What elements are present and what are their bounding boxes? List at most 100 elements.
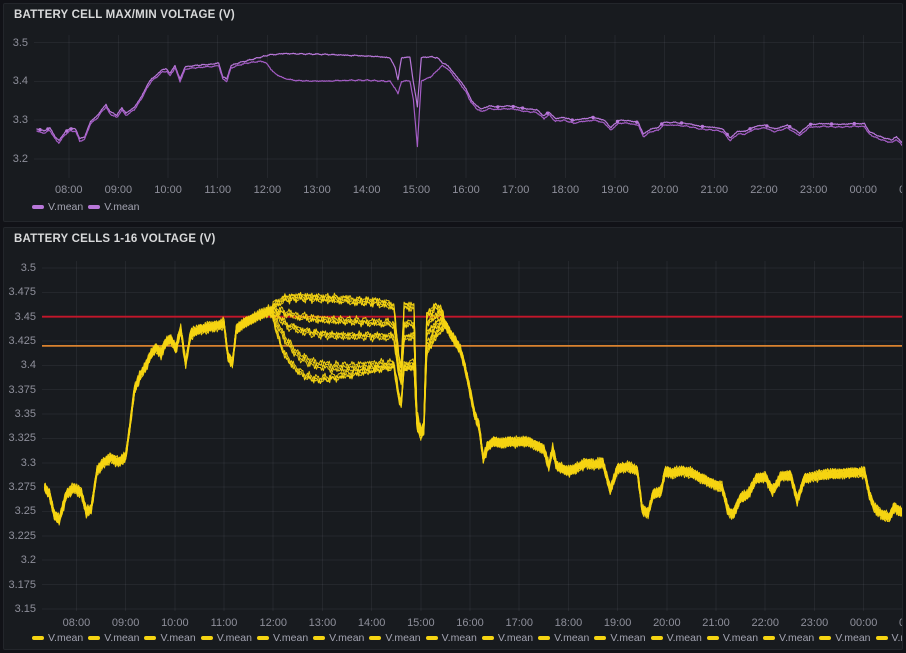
series-color-swatch [256, 636, 269, 640]
x-axis-tick-label: 14:00 [352, 184, 381, 196]
data-point-marker [635, 120, 639, 124]
x-axis-tick-label: 11:00 [210, 617, 238, 629]
data-point-marker [852, 121, 856, 126]
x-axis-tick-label: 18:00 [554, 617, 583, 629]
series-color-swatch [369, 636, 382, 640]
x-axis-tick-label: 22:00 [751, 617, 779, 629]
y-axis-tick-label: 3.375 [8, 383, 36, 396]
series-color-swatch [819, 636, 832, 640]
y-axis-tick-label: 3.4 [20, 359, 36, 372]
x-axis-tick-label: 15:00 [407, 617, 435, 629]
plot-area[interactable] [42, 261, 902, 611]
legend-label: V.mean [329, 632, 365, 644]
legend-label: V.mean [48, 201, 84, 213]
legend-item-v-mean[interactable]: V.mean [256, 632, 309, 644]
legend-item-v-mean[interactable]: V.mean [369, 632, 421, 644]
series-color-swatch [313, 636, 326, 640]
panel-title[interactable]: BATTERY CELLS 1-16 VOLTAGE (V) [14, 233, 216, 245]
legend-item-v-mean[interactable]: V.mean [88, 201, 139, 213]
legend-item-v-mean[interactable]: V.mean [875, 632, 902, 644]
data-point-marker [496, 105, 500, 109]
legend-label: V.mean [104, 201, 140, 213]
legend-item-v-mean[interactable]: V.mean [706, 632, 759, 644]
legend-item-v-mean[interactable]: V.mean [763, 632, 814, 644]
x-axis-tick-label: 08:00 [54, 184, 83, 196]
legend-label: V.mean [272, 632, 309, 644]
x-axis-tick-label: 17:00 [505, 617, 533, 629]
legend-label: V.mean [554, 632, 590, 644]
series-color-swatch [425, 636, 438, 640]
legend-item-v-mean[interactable]: V.mean [425, 632, 477, 644]
legend-item-v-mean[interactable]: V.mean [481, 632, 534, 644]
y-axis-tick-label: 3.425 [8, 335, 36, 348]
series-color-swatch [875, 636, 888, 640]
legend-label: V.mean [666, 632, 702, 644]
x-axis-tick-label: 16:00 [456, 617, 484, 629]
x-axis-tick-label: 12:00 [259, 617, 287, 629]
series-color-swatch [144, 636, 157, 640]
legend-label: V.mean [835, 632, 871, 644]
data-point-marker [38, 128, 42, 132]
data-point-marker [808, 122, 813, 127]
legend-label: V.mean [722, 632, 759, 644]
x-axis-tick-label: 22:00 [750, 184, 778, 196]
x-axis-tick-label: 10:00 [154, 184, 182, 196]
series-color-swatch [88, 636, 101, 640]
series-color-swatch [32, 636, 44, 640]
legend-item-v-mean[interactable]: V.mean [313, 632, 364, 644]
series-color-swatch [200, 636, 213, 640]
legend-item-v-mean[interactable]: V.mean [88, 632, 139, 644]
y-axis-tick-label: 3.3 [20, 456, 36, 469]
y-axis-tick-label: 3.475 [8, 286, 36, 299]
x-axis-tick-label: 13:00 [303, 184, 331, 196]
y-axis-tick-label: 3.225 [8, 529, 36, 542]
panel-battery-cells-voltage: BATTERY CELLS 1-16 VOLTAGE (V) V.mean V.m… [3, 227, 903, 650]
y-axis-tick-label: 3.4 [12, 75, 28, 88]
legend-item-v-mean[interactable]: V.mean [200, 632, 252, 644]
x-axis-tick-label: 20:00 [653, 617, 681, 629]
y-axis-tick-label: 3.25 [14, 505, 36, 518]
legend-label: V.mean [610, 632, 646, 644]
y-axis-tick-label: 3.3 [12, 114, 28, 127]
x-axis-tick-label: 11:00 [204, 184, 232, 196]
panel-title[interactable]: BATTERY CELL MAX/MIN VOLTAGE (V) [14, 9, 235, 21]
data-point-marker [69, 127, 73, 131]
data-point-marker [511, 104, 515, 109]
legend-label: V.mean [216, 632, 252, 644]
x-axis-tick-label: 15:00 [402, 184, 431, 196]
x-axis-tick-label: 21:00 [700, 184, 729, 196]
y-axis-tick-label: 3.5 [12, 36, 28, 49]
series-color-swatch [650, 636, 663, 640]
series-color-swatch [538, 636, 551, 640]
x-axis-tick-label: 13:00 [308, 617, 337, 629]
legend-label: V.mean [497, 632, 534, 644]
data-point-marker [520, 106, 525, 110]
x-axis-tick-label: 18:00 [551, 184, 580, 196]
plot-area[interactable] [34, 35, 902, 178]
legend-item-v-mean[interactable]: V.mean [538, 632, 589, 644]
legend-item-v-mean[interactable]: V.mean [819, 632, 871, 644]
legend-item-v-mean[interactable]: V.mean [594, 632, 646, 644]
y-axis-tick-label: 3.2 [20, 554, 36, 567]
x-axis-tick-label: 09:00 [111, 617, 140, 629]
legend-item-v-mean[interactable]: V.mean [32, 632, 83, 644]
legend-item-v-mean[interactable]: V.mean [32, 201, 83, 213]
y-axis-tick-label: 3.45 [14, 310, 36, 323]
data-point-marker [679, 121, 684, 125]
legend-label: V.mean [779, 632, 815, 644]
x-axis-tick-label: 09:00 [104, 184, 133, 196]
series-line-min [36, 60, 902, 148]
x-axis-tick-label: 14:00 [357, 617, 386, 629]
x-axis-tick-label: 10:00 [161, 617, 189, 629]
x-axis-tick-label: 01:00 [889, 617, 902, 630]
x-axis-tick-label: 12:00 [253, 184, 282, 196]
legend-item-v-mean[interactable]: V.mean [144, 632, 196, 644]
series-color-swatch [706, 636, 719, 640]
data-point-marker [788, 125, 792, 129]
legend-label: V.mean [160, 632, 196, 644]
legend-item-v-mean[interactable]: V.mean [650, 632, 702, 644]
x-axis-tick-label: 17:00 [501, 184, 530, 196]
x-axis-tick-label: 21:00 [702, 617, 730, 629]
legend-label: V.mean [441, 632, 477, 644]
x-axis-tick-label: 16:00 [452, 184, 480, 196]
